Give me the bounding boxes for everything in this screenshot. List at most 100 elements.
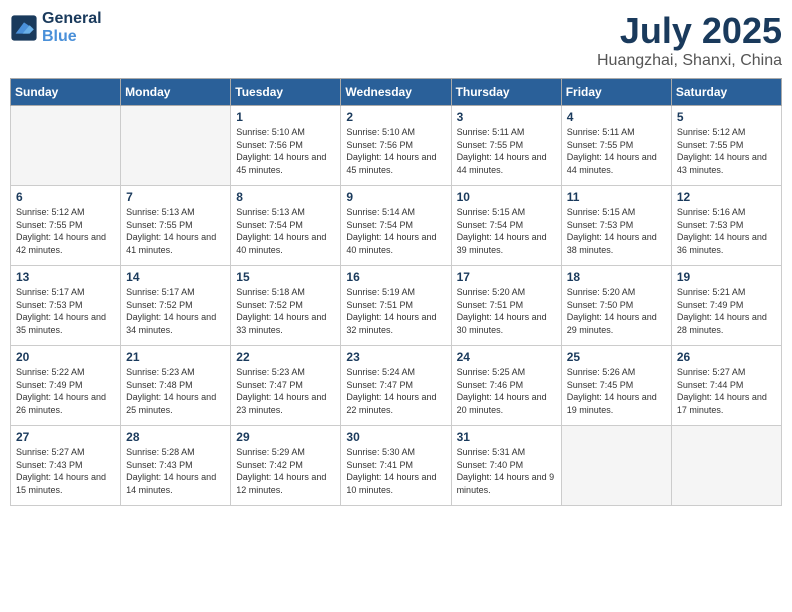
cell-detail: Sunrise: 5:28 AM Sunset: 7:43 PM Dayligh… (126, 446, 225, 496)
day-number: 2 (346, 110, 445, 124)
calendar-cell: 31 Sunrise: 5:31 AM Sunset: 7:40 PM Dayl… (451, 426, 561, 506)
cell-detail: Sunrise: 5:12 AM Sunset: 7:55 PM Dayligh… (677, 126, 776, 176)
cell-detail: Sunrise: 5:16 AM Sunset: 7:53 PM Dayligh… (677, 206, 776, 256)
week-row-3: 20 Sunrise: 5:22 AM Sunset: 7:49 PM Dayl… (11, 346, 782, 426)
cell-detail: Sunrise: 5:27 AM Sunset: 7:43 PM Dayligh… (16, 446, 115, 496)
calendar-cell: 2 Sunrise: 5:10 AM Sunset: 7:56 PM Dayli… (341, 106, 451, 186)
weekday-thursday: Thursday (451, 79, 561, 106)
day-number: 13 (16, 270, 115, 284)
day-number: 28 (126, 430, 225, 444)
day-number: 23 (346, 350, 445, 364)
cell-detail: Sunrise: 5:21 AM Sunset: 7:49 PM Dayligh… (677, 286, 776, 336)
day-number: 3 (457, 110, 556, 124)
weekday-sunday: Sunday (11, 79, 121, 106)
cell-detail: Sunrise: 5:26 AM Sunset: 7:45 PM Dayligh… (567, 366, 666, 416)
weekday-tuesday: Tuesday (231, 79, 341, 106)
cell-detail: Sunrise: 5:11 AM Sunset: 7:55 PM Dayligh… (567, 126, 666, 176)
calendar-cell: 28 Sunrise: 5:28 AM Sunset: 7:43 PM Dayl… (121, 426, 231, 506)
day-number: 17 (457, 270, 556, 284)
cell-detail: Sunrise: 5:18 AM Sunset: 7:52 PM Dayligh… (236, 286, 335, 336)
weekday-header-row: SundayMondayTuesdayWednesdayThursdayFrid… (11, 79, 782, 106)
cell-detail: Sunrise: 5:17 AM Sunset: 7:52 PM Dayligh… (126, 286, 225, 336)
logo-icon (10, 14, 38, 42)
logo: General Blue (10, 10, 102, 46)
cell-detail: Sunrise: 5:12 AM Sunset: 7:55 PM Dayligh… (16, 206, 115, 256)
cell-detail: Sunrise: 5:29 AM Sunset: 7:42 PM Dayligh… (236, 446, 335, 496)
day-number: 19 (677, 270, 776, 284)
day-number: 4 (567, 110, 666, 124)
day-number: 24 (457, 350, 556, 364)
calendar-cell: 23 Sunrise: 5:24 AM Sunset: 7:47 PM Dayl… (341, 346, 451, 426)
calendar-cell: 10 Sunrise: 5:15 AM Sunset: 7:54 PM Dayl… (451, 186, 561, 266)
cell-detail: Sunrise: 5:14 AM Sunset: 7:54 PM Dayligh… (346, 206, 445, 256)
week-row-0: 1 Sunrise: 5:10 AM Sunset: 7:56 PM Dayli… (11, 106, 782, 186)
day-number: 10 (457, 190, 556, 204)
day-number: 25 (567, 350, 666, 364)
day-number: 8 (236, 190, 335, 204)
cell-detail: Sunrise: 5:30 AM Sunset: 7:41 PM Dayligh… (346, 446, 445, 496)
calendar-cell: 11 Sunrise: 5:15 AM Sunset: 7:53 PM Dayl… (561, 186, 671, 266)
weekday-wednesday: Wednesday (341, 79, 451, 106)
calendar-cell (121, 106, 231, 186)
day-number: 29 (236, 430, 335, 444)
calendar-cell: 7 Sunrise: 5:13 AM Sunset: 7:55 PM Dayli… (121, 186, 231, 266)
day-number: 14 (126, 270, 225, 284)
calendar-body: 1 Sunrise: 5:10 AM Sunset: 7:56 PM Dayli… (11, 106, 782, 506)
calendar-cell: 13 Sunrise: 5:17 AM Sunset: 7:53 PM Dayl… (11, 266, 121, 346)
day-number: 27 (16, 430, 115, 444)
page-header: General Blue July 2025 Huangzhai, Shanxi… (10, 10, 782, 70)
cell-detail: Sunrise: 5:27 AM Sunset: 7:44 PM Dayligh… (677, 366, 776, 416)
calendar-cell: 24 Sunrise: 5:25 AM Sunset: 7:46 PM Dayl… (451, 346, 561, 426)
month-title: July 2025 (597, 10, 782, 52)
day-number: 16 (346, 270, 445, 284)
calendar-cell: 6 Sunrise: 5:12 AM Sunset: 7:55 PM Dayli… (11, 186, 121, 266)
calendar-cell (561, 426, 671, 506)
day-number: 5 (677, 110, 776, 124)
day-number: 31 (457, 430, 556, 444)
calendar-cell: 27 Sunrise: 5:27 AM Sunset: 7:43 PM Dayl… (11, 426, 121, 506)
cell-detail: Sunrise: 5:19 AM Sunset: 7:51 PM Dayligh… (346, 286, 445, 336)
cell-detail: Sunrise: 5:25 AM Sunset: 7:46 PM Dayligh… (457, 366, 556, 416)
day-number: 15 (236, 270, 335, 284)
cell-detail: Sunrise: 5:24 AM Sunset: 7:47 PM Dayligh… (346, 366, 445, 416)
day-number: 20 (16, 350, 115, 364)
cell-detail: Sunrise: 5:15 AM Sunset: 7:54 PM Dayligh… (457, 206, 556, 256)
calendar-cell: 29 Sunrise: 5:29 AM Sunset: 7:42 PM Dayl… (231, 426, 341, 506)
calendar-cell: 21 Sunrise: 5:23 AM Sunset: 7:48 PM Dayl… (121, 346, 231, 426)
day-number: 21 (126, 350, 225, 364)
cell-detail: Sunrise: 5:23 AM Sunset: 7:48 PM Dayligh… (126, 366, 225, 416)
cell-detail: Sunrise: 5:17 AM Sunset: 7:53 PM Dayligh… (16, 286, 115, 336)
calendar-cell: 5 Sunrise: 5:12 AM Sunset: 7:55 PM Dayli… (671, 106, 781, 186)
day-number: 1 (236, 110, 335, 124)
weekday-monday: Monday (121, 79, 231, 106)
day-number: 6 (16, 190, 115, 204)
calendar-cell: 22 Sunrise: 5:23 AM Sunset: 7:47 PM Dayl… (231, 346, 341, 426)
day-number: 11 (567, 190, 666, 204)
title-block: July 2025 Huangzhai, Shanxi, China (597, 10, 782, 70)
day-number: 18 (567, 270, 666, 284)
weekday-saturday: Saturday (671, 79, 781, 106)
cell-detail: Sunrise: 5:10 AM Sunset: 7:56 PM Dayligh… (346, 126, 445, 176)
week-row-1: 6 Sunrise: 5:12 AM Sunset: 7:55 PM Dayli… (11, 186, 782, 266)
day-number: 30 (346, 430, 445, 444)
cell-detail: Sunrise: 5:13 AM Sunset: 7:54 PM Dayligh… (236, 206, 335, 256)
calendar-cell: 18 Sunrise: 5:20 AM Sunset: 7:50 PM Dayl… (561, 266, 671, 346)
calendar-cell: 14 Sunrise: 5:17 AM Sunset: 7:52 PM Dayl… (121, 266, 231, 346)
cell-detail: Sunrise: 5:13 AM Sunset: 7:55 PM Dayligh… (126, 206, 225, 256)
day-number: 12 (677, 190, 776, 204)
location-subtitle: Huangzhai, Shanxi, China (597, 52, 782, 70)
calendar-cell: 1 Sunrise: 5:10 AM Sunset: 7:56 PM Dayli… (231, 106, 341, 186)
weekday-friday: Friday (561, 79, 671, 106)
cell-detail: Sunrise: 5:22 AM Sunset: 7:49 PM Dayligh… (16, 366, 115, 416)
cell-detail: Sunrise: 5:20 AM Sunset: 7:51 PM Dayligh… (457, 286, 556, 336)
day-number: 7 (126, 190, 225, 204)
calendar-cell: 8 Sunrise: 5:13 AM Sunset: 7:54 PM Dayli… (231, 186, 341, 266)
calendar-cell: 12 Sunrise: 5:16 AM Sunset: 7:53 PM Dayl… (671, 186, 781, 266)
week-row-4: 27 Sunrise: 5:27 AM Sunset: 7:43 PM Dayl… (11, 426, 782, 506)
calendar-cell: 16 Sunrise: 5:19 AM Sunset: 7:51 PM Dayl… (341, 266, 451, 346)
cell-detail: Sunrise: 5:20 AM Sunset: 7:50 PM Dayligh… (567, 286, 666, 336)
cell-detail: Sunrise: 5:15 AM Sunset: 7:53 PM Dayligh… (567, 206, 666, 256)
calendar-cell: 17 Sunrise: 5:20 AM Sunset: 7:51 PM Dayl… (451, 266, 561, 346)
calendar-cell: 20 Sunrise: 5:22 AM Sunset: 7:49 PM Dayl… (11, 346, 121, 426)
cell-detail: Sunrise: 5:31 AM Sunset: 7:40 PM Dayligh… (457, 446, 556, 496)
